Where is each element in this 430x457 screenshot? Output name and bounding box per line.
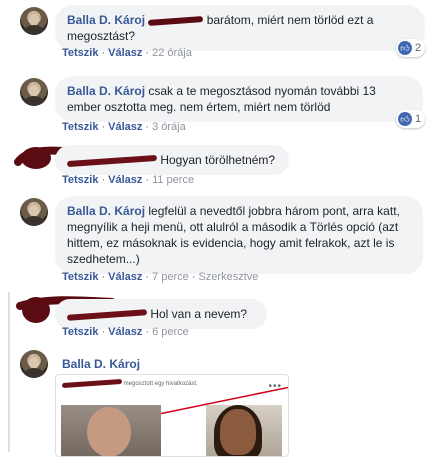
comment-bubble: Balla D. Károj barátom, miért nem törlöd… xyxy=(55,5,425,51)
shared-photo xyxy=(61,405,161,456)
comment-actions: Tetszik · Válasz · 6 perce xyxy=(62,326,189,338)
redacted-name xyxy=(66,309,148,321)
reaction-badge[interactable]: 👍︎ 2 xyxy=(396,39,426,57)
avatar[interactable] xyxy=(20,198,48,226)
comment-author[interactable]: Balla D. Károj xyxy=(62,357,140,371)
edited-label[interactable]: Szerkesztve xyxy=(198,271,258,283)
comment-time[interactable]: 3 órája xyxy=(152,121,186,133)
comment-bubble: Balla D. Károj legfelül a nevedtől jobbr… xyxy=(55,196,423,274)
like-link[interactable]: Tetszik xyxy=(62,47,98,59)
reply-link[interactable]: Válasz xyxy=(108,174,142,186)
comment-actions: Tetszik · Válasz · 22 órája xyxy=(62,47,192,59)
reaction-count: 1 xyxy=(415,113,422,125)
comment-header: Balla D. Károj xyxy=(62,357,140,371)
comment-text: Hogyan törölhetném? xyxy=(160,153,276,167)
reaction-count: 2 xyxy=(415,42,422,54)
comment-author[interactable]: Balla D. Károj xyxy=(67,84,145,98)
thumbs-up-icon: 👍︎ xyxy=(398,112,412,126)
comment-bubble: Hogyan törölhetném? xyxy=(55,145,289,175)
comment-actions: Tetszik · Válasz · 7 perce · Szerkesztve xyxy=(62,271,259,283)
avatar[interactable] xyxy=(20,78,48,106)
like-link[interactable]: Tetszik xyxy=(62,121,98,133)
comment-author[interactable]: Balla D. Károj xyxy=(67,204,145,218)
comment-actions: Tetszik · Válasz · 11 perce xyxy=(62,174,195,186)
comment-actions: Tetszik · Válasz · 3 órája xyxy=(62,121,186,133)
avatar[interactable] xyxy=(20,7,48,35)
comment-bubble: Balla D. Károj csak a te megosztásod nyo… xyxy=(55,76,423,122)
redacted-name xyxy=(66,154,158,167)
thumbs-up-icon: 👍︎ xyxy=(398,41,412,55)
thread-line xyxy=(8,292,10,452)
avatar[interactable] xyxy=(20,350,48,378)
comment-time[interactable]: 7 perce xyxy=(152,271,189,283)
like-link[interactable]: Tetszik xyxy=(62,326,98,338)
redacted-name xyxy=(61,378,123,389)
reply-link[interactable]: Válasz xyxy=(108,47,142,59)
comment-time[interactable]: 11 perce xyxy=(152,174,194,186)
comment-time[interactable]: 6 perce xyxy=(152,326,189,338)
like-link[interactable]: Tetszik xyxy=(62,174,98,186)
shared-screenshot[interactable]: megosztott egy hivatkozást. ••• xyxy=(55,374,289,457)
reply-link[interactable]: Válasz xyxy=(108,121,142,133)
reply-link[interactable]: Válasz xyxy=(108,271,142,283)
comment-time[interactable]: 22 órája xyxy=(152,47,192,59)
shared-photo xyxy=(206,405,282,456)
reply-link[interactable]: Válasz xyxy=(108,326,142,338)
comment-text: Hol van a nevem? xyxy=(150,307,248,321)
reaction-badge[interactable]: 👍︎ 1 xyxy=(396,110,426,128)
redacted-name xyxy=(148,15,204,26)
like-link[interactable]: Tetszik xyxy=(62,271,98,283)
comment-author[interactable]: Balla D. Károj xyxy=(67,13,145,27)
